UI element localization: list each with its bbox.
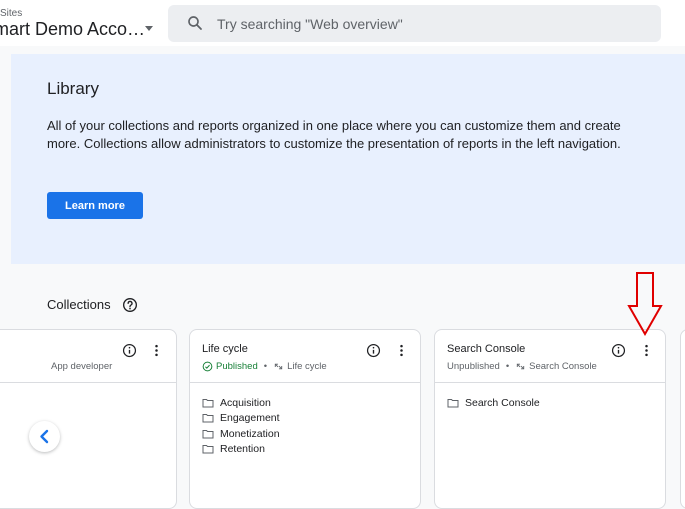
separator: • <box>263 361 268 372</box>
list-item[interactable]: Search Console <box>447 395 540 411</box>
carousel-prev-button[interactable] <box>29 421 60 452</box>
report-list: Acquisition Engagement Monetization Rete… <box>202 395 280 457</box>
sync-link-icon <box>274 363 283 370</box>
help-icon[interactable] <box>122 297 138 313</box>
list-item[interactable]: Retention <box>202 442 280 458</box>
folder-icon <box>202 445 214 454</box>
card-template-name: Life cycle <box>287 361 327 372</box>
more-vert-icon[interactable] <box>639 343 654 358</box>
info-icon[interactable] <box>366 343 381 358</box>
card-meta: Unpublished • Search Console <box>447 361 597 372</box>
list-item-label: Engagement <box>220 412 280 425</box>
card-status: Unpublished <box>447 361 500 372</box>
collections-title: Collections <box>47 297 111 312</box>
search-icon <box>188 16 202 30</box>
collection-card-life-cycle[interactable]: Life cycle Published • Life cycle Acquis… <box>189 329 421 509</box>
info-icon[interactable] <box>122 343 137 358</box>
caret-down-icon[interactable] <box>145 26 153 31</box>
card-title: Search Console <box>447 343 526 355</box>
card-status: Published <box>216 361 258 372</box>
list-item[interactable]: Engagement <box>202 411 280 427</box>
list-item-label: Search Console <box>465 396 540 409</box>
check-circle-icon <box>202 361 213 372</box>
list-item[interactable]: Monetization <box>202 426 280 442</box>
collection-card[interactable] <box>680 329 685 509</box>
folder-icon <box>202 414 214 423</box>
card-template-name: App developer <box>51 361 113 372</box>
card-divider <box>0 382 176 383</box>
list-item-label: Acquisition <box>220 396 271 409</box>
folder-icon <box>202 429 214 439</box>
card-divider <box>435 382 665 383</box>
search-input[interactable] <box>217 5 637 42</box>
search-bar[interactable] <box>168 5 661 42</box>
more-vert-icon[interactable] <box>149 343 164 358</box>
learn-more-button[interactable]: Learn more <box>47 192 143 219</box>
report-list: Search Console <box>447 395 540 411</box>
list-item[interactable]: Acquisition <box>202 395 280 411</box>
account-property-label: Sites <box>0 8 23 19</box>
card-template-name: Search Console <box>529 361 597 372</box>
folder-icon <box>202 398 214 408</box>
top-bar: Sites mart Demo Acco… <box>0 0 685 46</box>
card-meta: App developer <box>51 361 112 372</box>
account-selector[interactable]: mart Demo Acco… <box>0 19 145 40</box>
list-item-label: Retention <box>220 443 265 456</box>
collection-card[interactable]: App developer <box>0 329 177 509</box>
list-item-label: Monetization <box>220 427 280 440</box>
card-meta: Published • Life cycle <box>202 361 327 372</box>
library-banner: Library All of your collections and repo… <box>11 54 685 264</box>
sync-link-icon <box>516 363 525 370</box>
info-icon[interactable] <box>611 343 626 358</box>
card-divider <box>190 382 420 383</box>
chevron-left-icon <box>40 429 49 444</box>
collection-card-search-console[interactable]: Search Console Unpublished • Search Cons… <box>434 329 666 509</box>
more-vert-icon[interactable] <box>394 343 409 358</box>
banner-description: All of your collections and reports orga… <box>47 118 621 151</box>
card-title: Life cycle <box>202 343 248 355</box>
page-title: Library <box>47 79 99 98</box>
annotation-arrow-icon <box>627 272 663 336</box>
folder-icon <box>447 398 459 408</box>
separator: • <box>505 361 510 372</box>
